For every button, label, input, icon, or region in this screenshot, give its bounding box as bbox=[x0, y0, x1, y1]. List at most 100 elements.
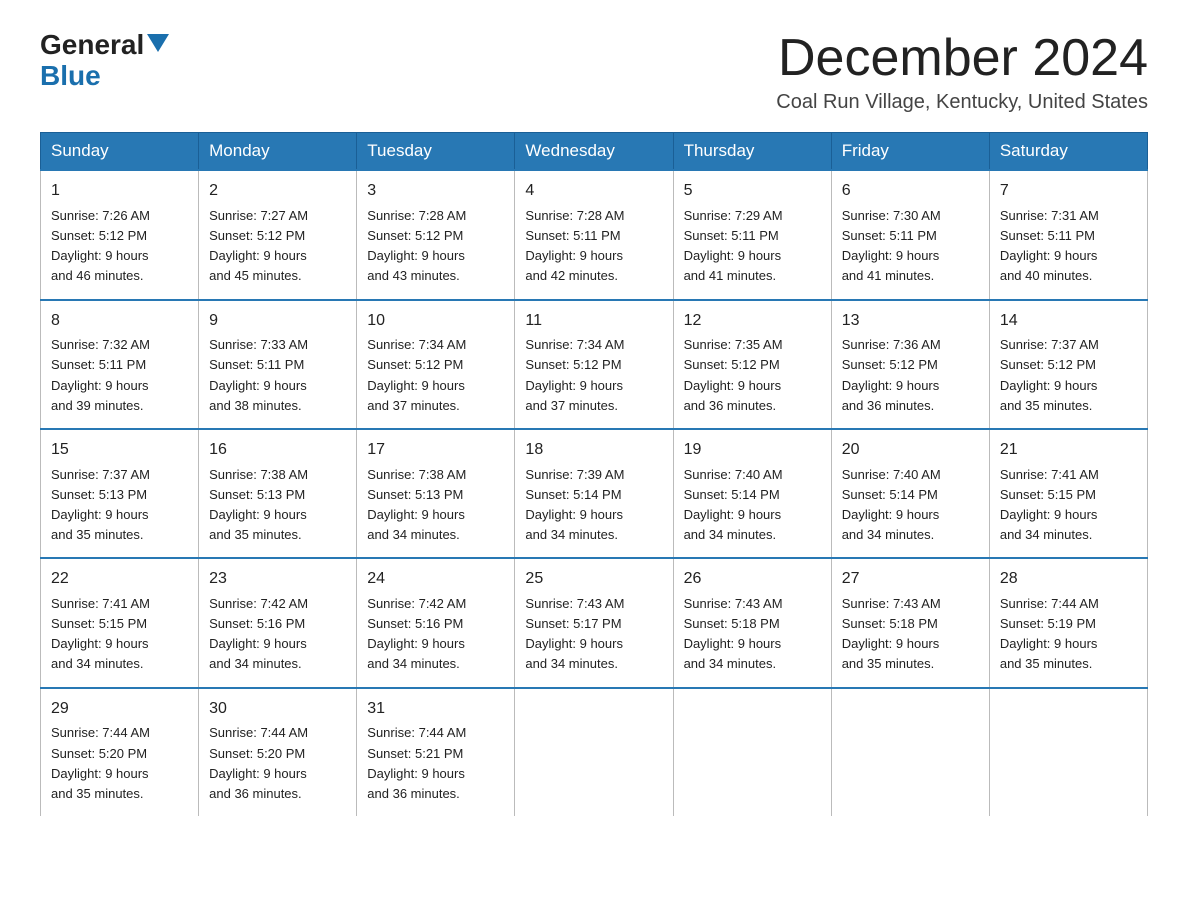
calendar-cell: 28Sunrise: 7:44 AMSunset: 5:19 PMDayligh… bbox=[989, 558, 1147, 687]
calendar-cell: 5Sunrise: 7:29 AMSunset: 5:11 PMDaylight… bbox=[673, 170, 831, 299]
day-number: 15 bbox=[51, 438, 188, 463]
day-info: Sunrise: 7:44 AMSunset: 5:20 PMDaylight:… bbox=[51, 723, 188, 804]
day-number: 24 bbox=[367, 567, 504, 592]
title-block: December 2024 Coal Run Village, Kentucky… bbox=[776, 30, 1148, 114]
calendar-cell: 22Sunrise: 7:41 AMSunset: 5:15 PMDayligh… bbox=[41, 558, 199, 687]
calendar-cell: 1Sunrise: 7:26 AMSunset: 5:12 PMDaylight… bbox=[41, 170, 199, 299]
calendar-cell: 7Sunrise: 7:31 AMSunset: 5:11 PMDaylight… bbox=[989, 170, 1147, 299]
day-info: Sunrise: 7:31 AMSunset: 5:11 PMDaylight:… bbox=[1000, 206, 1137, 287]
day-number: 21 bbox=[1000, 438, 1137, 463]
calendar-cell: 24Sunrise: 7:42 AMSunset: 5:16 PMDayligh… bbox=[357, 558, 515, 687]
calendar-cell: 27Sunrise: 7:43 AMSunset: 5:18 PMDayligh… bbox=[831, 558, 989, 687]
day-info: Sunrise: 7:37 AMSunset: 5:12 PMDaylight:… bbox=[1000, 335, 1137, 416]
calendar-cell: 13Sunrise: 7:36 AMSunset: 5:12 PMDayligh… bbox=[831, 300, 989, 429]
day-number: 16 bbox=[209, 438, 346, 463]
calendar-cell bbox=[989, 688, 1147, 816]
calendar-cell: 3Sunrise: 7:28 AMSunset: 5:12 PMDaylight… bbox=[357, 170, 515, 299]
day-number: 8 bbox=[51, 309, 188, 334]
calendar-cell: 4Sunrise: 7:28 AMSunset: 5:11 PMDaylight… bbox=[515, 170, 673, 299]
day-info: Sunrise: 7:42 AMSunset: 5:16 PMDaylight:… bbox=[209, 594, 346, 675]
month-title: December 2024 bbox=[776, 30, 1148, 87]
day-info: Sunrise: 7:34 AMSunset: 5:12 PMDaylight:… bbox=[525, 335, 662, 416]
day-number: 7 bbox=[1000, 179, 1137, 204]
calendar-cell: 20Sunrise: 7:40 AMSunset: 5:14 PMDayligh… bbox=[831, 429, 989, 558]
calendar-cell: 25Sunrise: 7:43 AMSunset: 5:17 PMDayligh… bbox=[515, 558, 673, 687]
day-info: Sunrise: 7:32 AMSunset: 5:11 PMDaylight:… bbox=[51, 335, 188, 416]
day-number: 6 bbox=[842, 179, 979, 204]
location-title: Coal Run Village, Kentucky, United State… bbox=[776, 91, 1148, 114]
day-info: Sunrise: 7:30 AMSunset: 5:11 PMDaylight:… bbox=[842, 206, 979, 287]
day-info: Sunrise: 7:41 AMSunset: 5:15 PMDaylight:… bbox=[51, 594, 188, 675]
calendar-cell bbox=[673, 688, 831, 816]
day-number: 22 bbox=[51, 567, 188, 592]
logo-arrow-icon bbox=[147, 34, 169, 52]
calendar-cell: 14Sunrise: 7:37 AMSunset: 5:12 PMDayligh… bbox=[989, 300, 1147, 429]
day-info: Sunrise: 7:38 AMSunset: 5:13 PMDaylight:… bbox=[367, 465, 504, 546]
day-info: Sunrise: 7:44 AMSunset: 5:20 PMDaylight:… bbox=[209, 723, 346, 804]
day-info: Sunrise: 7:39 AMSunset: 5:14 PMDaylight:… bbox=[525, 465, 662, 546]
calendar-cell: 23Sunrise: 7:42 AMSunset: 5:16 PMDayligh… bbox=[199, 558, 357, 687]
calendar-cell: 29Sunrise: 7:44 AMSunset: 5:20 PMDayligh… bbox=[41, 688, 199, 816]
calendar-cell: 19Sunrise: 7:40 AMSunset: 5:14 PMDayligh… bbox=[673, 429, 831, 558]
day-number: 27 bbox=[842, 567, 979, 592]
week-row-3: 15Sunrise: 7:37 AMSunset: 5:13 PMDayligh… bbox=[41, 429, 1148, 558]
week-row-5: 29Sunrise: 7:44 AMSunset: 5:20 PMDayligh… bbox=[41, 688, 1148, 816]
logo-general-text: General bbox=[40, 30, 144, 61]
day-info: Sunrise: 7:44 AMSunset: 5:21 PMDaylight:… bbox=[367, 723, 504, 804]
day-number: 18 bbox=[525, 438, 662, 463]
calendar-cell: 26Sunrise: 7:43 AMSunset: 5:18 PMDayligh… bbox=[673, 558, 831, 687]
calendar-cell: 8Sunrise: 7:32 AMSunset: 5:11 PMDaylight… bbox=[41, 300, 199, 429]
weekday-header-saturday: Saturday bbox=[989, 133, 1147, 171]
day-number: 28 bbox=[1000, 567, 1137, 592]
day-number: 25 bbox=[525, 567, 662, 592]
calendar-cell bbox=[515, 688, 673, 816]
day-number: 20 bbox=[842, 438, 979, 463]
day-info: Sunrise: 7:28 AMSunset: 5:11 PMDaylight:… bbox=[525, 206, 662, 287]
day-number: 19 bbox=[684, 438, 821, 463]
day-info: Sunrise: 7:36 AMSunset: 5:12 PMDaylight:… bbox=[842, 335, 979, 416]
weekday-header-tuesday: Tuesday bbox=[357, 133, 515, 171]
weekday-header-sunday: Sunday bbox=[41, 133, 199, 171]
day-info: Sunrise: 7:35 AMSunset: 5:12 PMDaylight:… bbox=[684, 335, 821, 416]
weekday-header-friday: Friday bbox=[831, 133, 989, 171]
calendar-cell: 21Sunrise: 7:41 AMSunset: 5:15 PMDayligh… bbox=[989, 429, 1147, 558]
day-number: 5 bbox=[684, 179, 821, 204]
calendar-cell: 18Sunrise: 7:39 AMSunset: 5:14 PMDayligh… bbox=[515, 429, 673, 558]
day-info: Sunrise: 7:28 AMSunset: 5:12 PMDaylight:… bbox=[367, 206, 504, 287]
calendar-cell: 12Sunrise: 7:35 AMSunset: 5:12 PMDayligh… bbox=[673, 300, 831, 429]
calendar-cell: 15Sunrise: 7:37 AMSunset: 5:13 PMDayligh… bbox=[41, 429, 199, 558]
day-info: Sunrise: 7:37 AMSunset: 5:13 PMDaylight:… bbox=[51, 465, 188, 546]
page-header: General Blue December 2024 Coal Run Vill… bbox=[40, 30, 1148, 114]
calendar-cell: 9Sunrise: 7:33 AMSunset: 5:11 PMDaylight… bbox=[199, 300, 357, 429]
day-number: 29 bbox=[51, 697, 188, 722]
day-info: Sunrise: 7:26 AMSunset: 5:12 PMDaylight:… bbox=[51, 206, 188, 287]
day-info: Sunrise: 7:33 AMSunset: 5:11 PMDaylight:… bbox=[209, 335, 346, 416]
day-info: Sunrise: 7:34 AMSunset: 5:12 PMDaylight:… bbox=[367, 335, 504, 416]
day-number: 30 bbox=[209, 697, 346, 722]
day-number: 23 bbox=[209, 567, 346, 592]
day-info: Sunrise: 7:40 AMSunset: 5:14 PMDaylight:… bbox=[684, 465, 821, 546]
calendar-cell: 11Sunrise: 7:34 AMSunset: 5:12 PMDayligh… bbox=[515, 300, 673, 429]
weekday-header-row: SundayMondayTuesdayWednesdayThursdayFrid… bbox=[41, 133, 1148, 171]
day-info: Sunrise: 7:44 AMSunset: 5:19 PMDaylight:… bbox=[1000, 594, 1137, 675]
day-number: 4 bbox=[525, 179, 662, 204]
day-info: Sunrise: 7:38 AMSunset: 5:13 PMDaylight:… bbox=[209, 465, 346, 546]
week-row-4: 22Sunrise: 7:41 AMSunset: 5:15 PMDayligh… bbox=[41, 558, 1148, 687]
day-number: 14 bbox=[1000, 309, 1137, 334]
logo: General Blue bbox=[40, 30, 169, 92]
day-info: Sunrise: 7:41 AMSunset: 5:15 PMDaylight:… bbox=[1000, 465, 1137, 546]
day-info: Sunrise: 7:29 AMSunset: 5:11 PMDaylight:… bbox=[684, 206, 821, 287]
calendar-table: SundayMondayTuesdayWednesdayThursdayFrid… bbox=[40, 132, 1148, 816]
day-number: 10 bbox=[367, 309, 504, 334]
calendar-cell: 10Sunrise: 7:34 AMSunset: 5:12 PMDayligh… bbox=[357, 300, 515, 429]
weekday-header-monday: Monday bbox=[199, 133, 357, 171]
day-number: 17 bbox=[367, 438, 504, 463]
day-number: 12 bbox=[684, 309, 821, 334]
calendar-cell: 30Sunrise: 7:44 AMSunset: 5:20 PMDayligh… bbox=[199, 688, 357, 816]
weekday-header-thursday: Thursday bbox=[673, 133, 831, 171]
weekday-header-wednesday: Wednesday bbox=[515, 133, 673, 171]
day-number: 31 bbox=[367, 697, 504, 722]
day-number: 2 bbox=[209, 179, 346, 204]
day-info: Sunrise: 7:43 AMSunset: 5:18 PMDaylight:… bbox=[842, 594, 979, 675]
calendar-cell: 31Sunrise: 7:44 AMSunset: 5:21 PMDayligh… bbox=[357, 688, 515, 816]
